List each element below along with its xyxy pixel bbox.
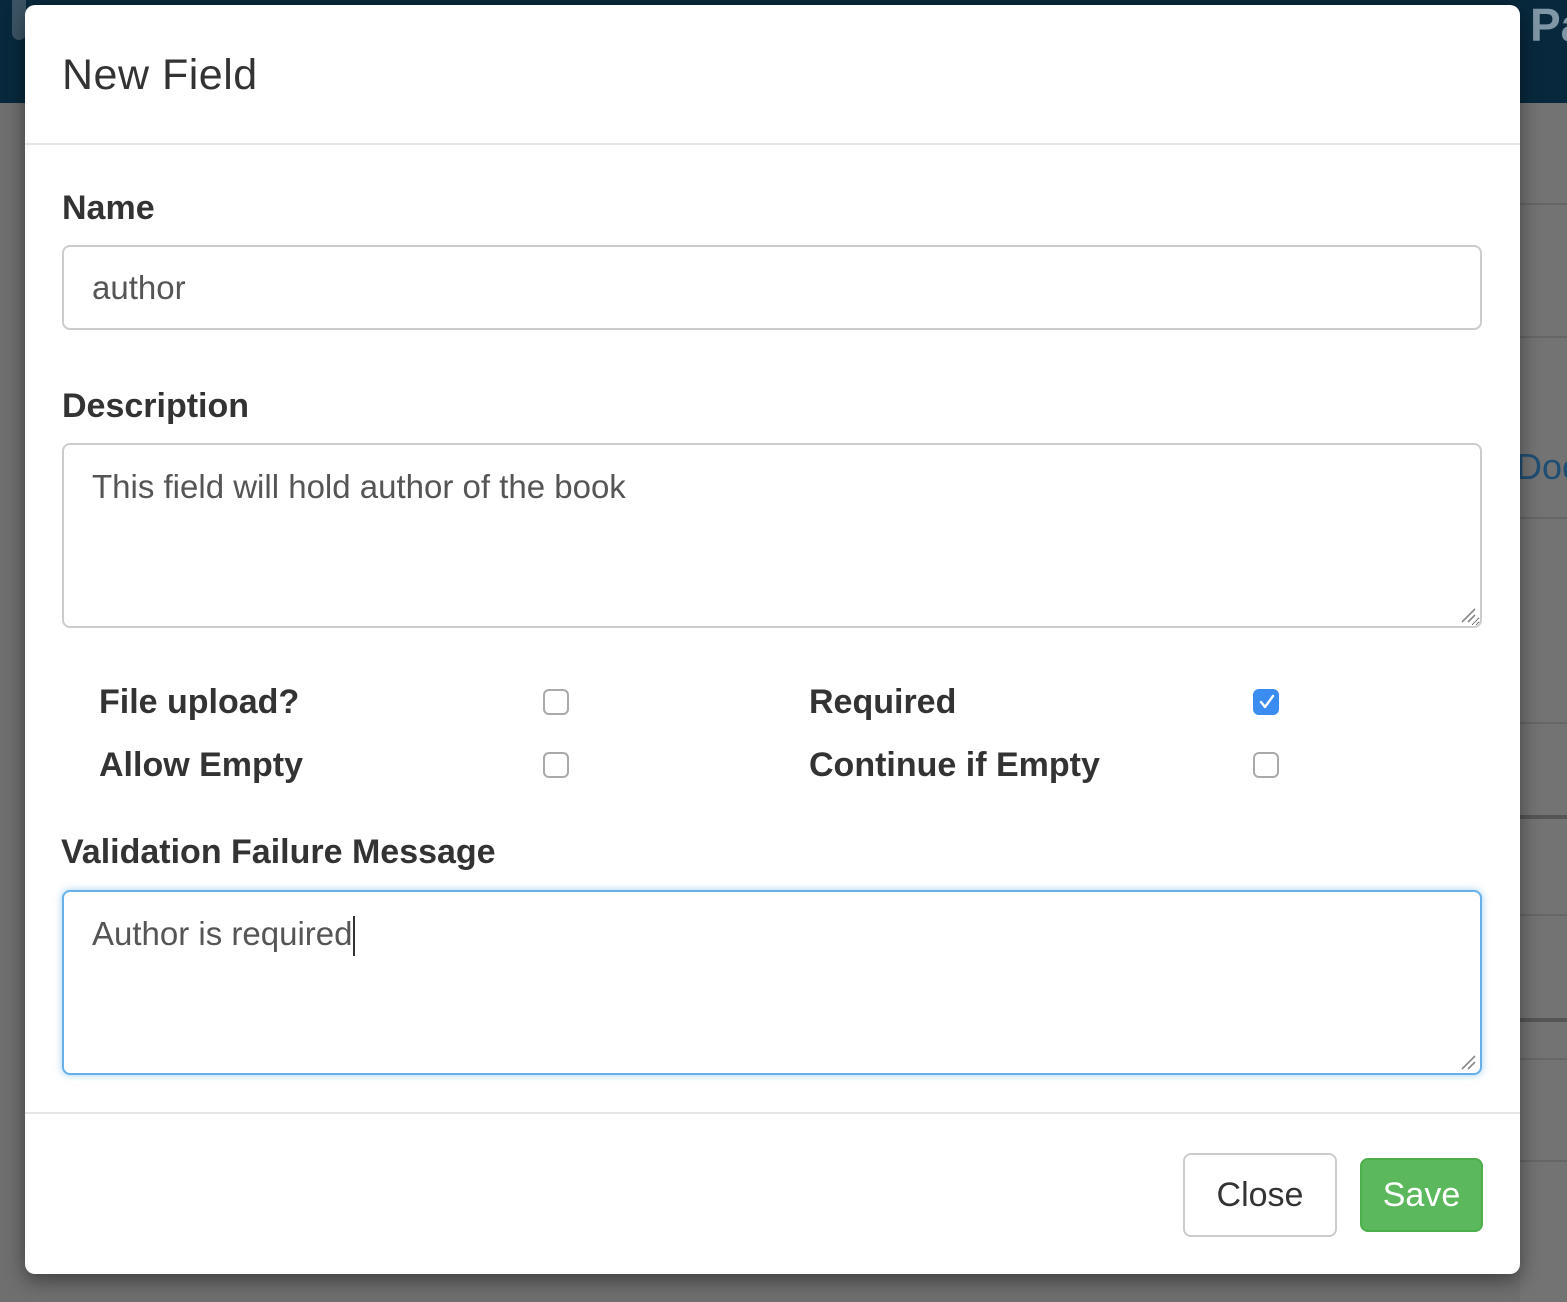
validation-message-text: Author is required <box>92 915 353 952</box>
modal-footer-divider <box>25 1112 1520 1114</box>
description-label: Description <box>62 387 250 425</box>
background-divider <box>1520 336 1567 338</box>
required-checkbox[interactable] <box>1253 689 1279 715</box>
resize-grip-icon[interactable] <box>1458 605 1476 623</box>
new-field-modal: New Field Name Description This field wi… <box>25 5 1520 1274</box>
save-button[interactable]: Save <box>1360 1158 1483 1232</box>
allow-empty-label: Allow Empty <box>99 746 304 784</box>
continue-if-empty-label: Continue if Empty <box>809 746 1100 784</box>
file-upload-checkbox[interactable] <box>543 689 569 715</box>
background-nav-text: Pa <box>1530 0 1567 51</box>
name-input[interactable] <box>62 245 1482 330</box>
allow-empty-checkbox[interactable] <box>543 752 569 778</box>
file-upload-label: File upload? <box>99 683 300 721</box>
modal-header: New Field <box>25 5 1520 145</box>
required-label: Required <box>809 683 957 721</box>
checkmark-icon <box>1259 694 1275 709</box>
background-nav-element <box>12 0 26 40</box>
background-divider <box>1520 815 1567 819</box>
modal-title: New Field <box>62 51 258 99</box>
close-button[interactable]: Close <box>1183 1153 1337 1237</box>
background-divider <box>1520 1160 1567 1162</box>
background-divider <box>1520 914 1567 916</box>
background-divider <box>1520 722 1567 724</box>
background-link: Doc <box>1516 446 1567 487</box>
resize-grip-icon[interactable] <box>1458 1052 1476 1070</box>
background-divider <box>1520 517 1567 519</box>
validation-message-textarea[interactable]: Author is required <box>62 890 1482 1075</box>
validation-message-label: Validation Failure Message <box>61 833 496 871</box>
text-caret <box>353 916 356 957</box>
background-divider <box>1520 1018 1567 1022</box>
background-panel <box>1520 103 1567 1302</box>
description-textarea[interactable]: This field will hold author of the book <box>62 443 1482 628</box>
continue-if-empty-checkbox[interactable] <box>1253 752 1279 778</box>
background-divider <box>1520 1058 1567 1060</box>
name-label: Name <box>62 189 155 227</box>
background-divider <box>1520 203 1567 205</box>
